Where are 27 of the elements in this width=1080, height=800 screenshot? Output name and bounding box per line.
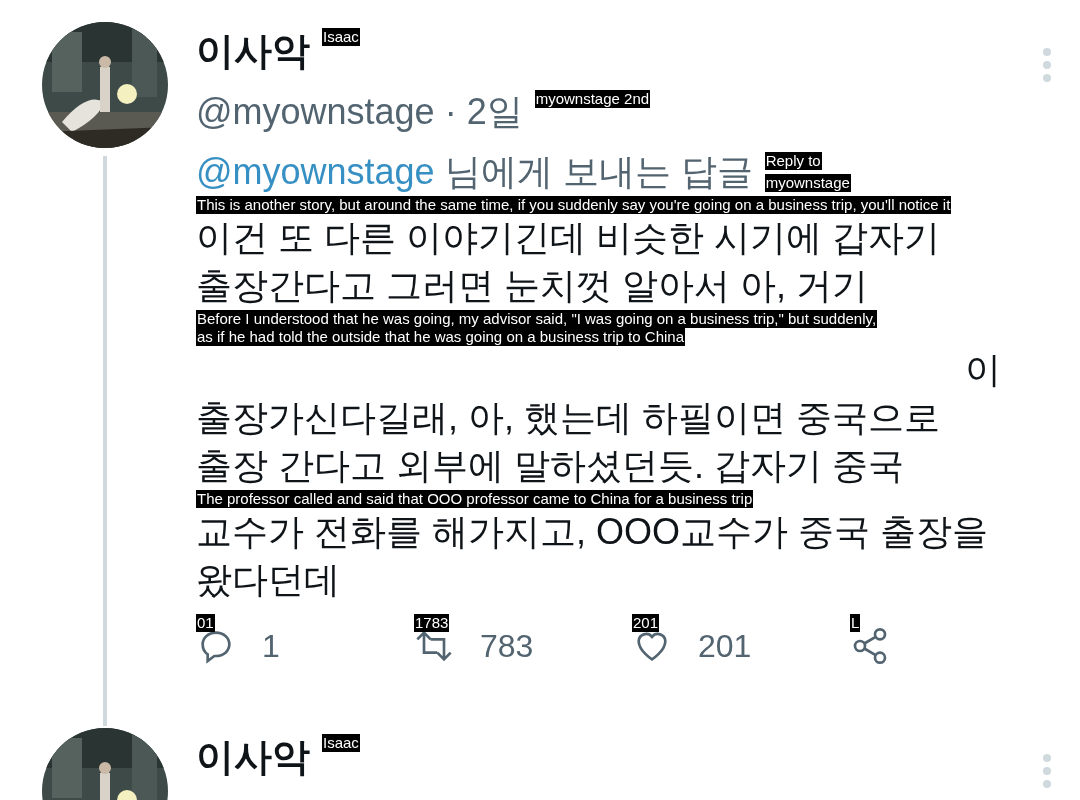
translation-overlay: as if he had told the outside that he was going on a business trip to China (196, 328, 685, 346)
translation-overlay: L (850, 614, 861, 632)
translation-overlay: 201 (632, 614, 660, 632)
tweet-text-line: 교수가 전화를 해가지고, OOO교수가 중국 출장을 (196, 510, 989, 554)
translation-overlay: 01 (196, 614, 215, 632)
tweet-text-line: 출장 간다고 외부에 말하셨던듯. 갑자기 중국 (196, 444, 904, 488)
display-name: 이사악 (196, 29, 310, 74)
translation-overlay: The professor called and said that OOO professor came to China for a business trip (196, 490, 754, 508)
action-count: 1 (262, 627, 280, 666)
tweet-text-line: 출장가신다길래, 아, 했는데 하필이면 중국으로 (196, 396, 940, 440)
tweet-text-line: 왔다던데 (196, 558, 340, 602)
translation-overlay: 1783 (414, 614, 450, 632)
display-name: 이사악 (196, 735, 310, 780)
translation-overlay: Isaac (322, 28, 360, 46)
translation-overlay: Before I understood that he was going, my advisor said, "I was going on a business trip," but suddenly, (196, 310, 878, 328)
reply-context: @myownstage 님에게 보내는 답글 (196, 150, 753, 194)
handle-and-time: @myownstage · 2일 (196, 90, 523, 134)
translation-overlay: Reply to (764, 152, 822, 170)
tweet-text-line: 이 (965, 348, 1001, 392)
action-count: 783 (480, 627, 534, 666)
translation-overlay: myownstage 2nd (534, 90, 651, 108)
translation-overlay: myownstage (764, 174, 851, 192)
action-count: 201 (698, 627, 752, 666)
tweet-text-line: 출장간다고 그러면 눈치껏 알아서 아, 거기 (196, 264, 868, 308)
tweet-text-line: 이건 또 다른 이야기긴데 비슷한 시기에 갑자기 (196, 216, 940, 260)
translation-overlay: Isaac (322, 734, 360, 752)
translation-overlay: This is another story, but around the same time, if you suddenly say you're going on a business trip, you'll notice it (196, 196, 952, 214)
